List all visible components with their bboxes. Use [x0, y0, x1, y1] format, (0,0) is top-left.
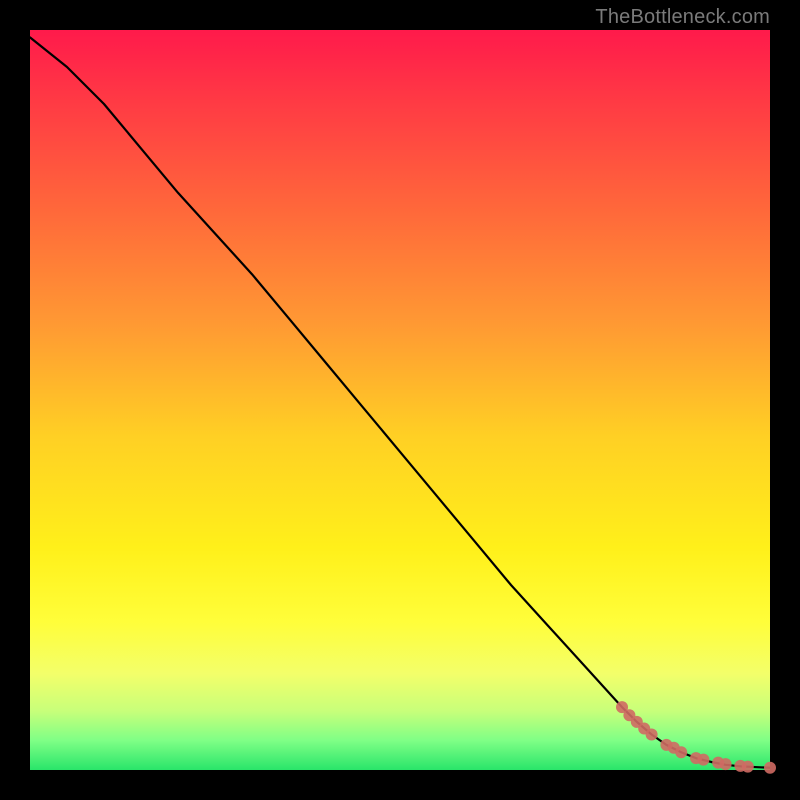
chart-stage: TheBottleneck.com [0, 0, 800, 800]
tail-point [675, 746, 687, 758]
tail-point [697, 754, 709, 766]
chart-overlay-svg [30, 30, 770, 770]
bottleneck-curve-path [30, 37, 770, 767]
tail-point [764, 762, 776, 774]
attribution-label: TheBottleneck.com [595, 6, 770, 29]
tail-point [646, 728, 658, 740]
tail-points-group [616, 701, 776, 774]
tail-point [720, 758, 732, 770]
tail-point [742, 761, 754, 773]
